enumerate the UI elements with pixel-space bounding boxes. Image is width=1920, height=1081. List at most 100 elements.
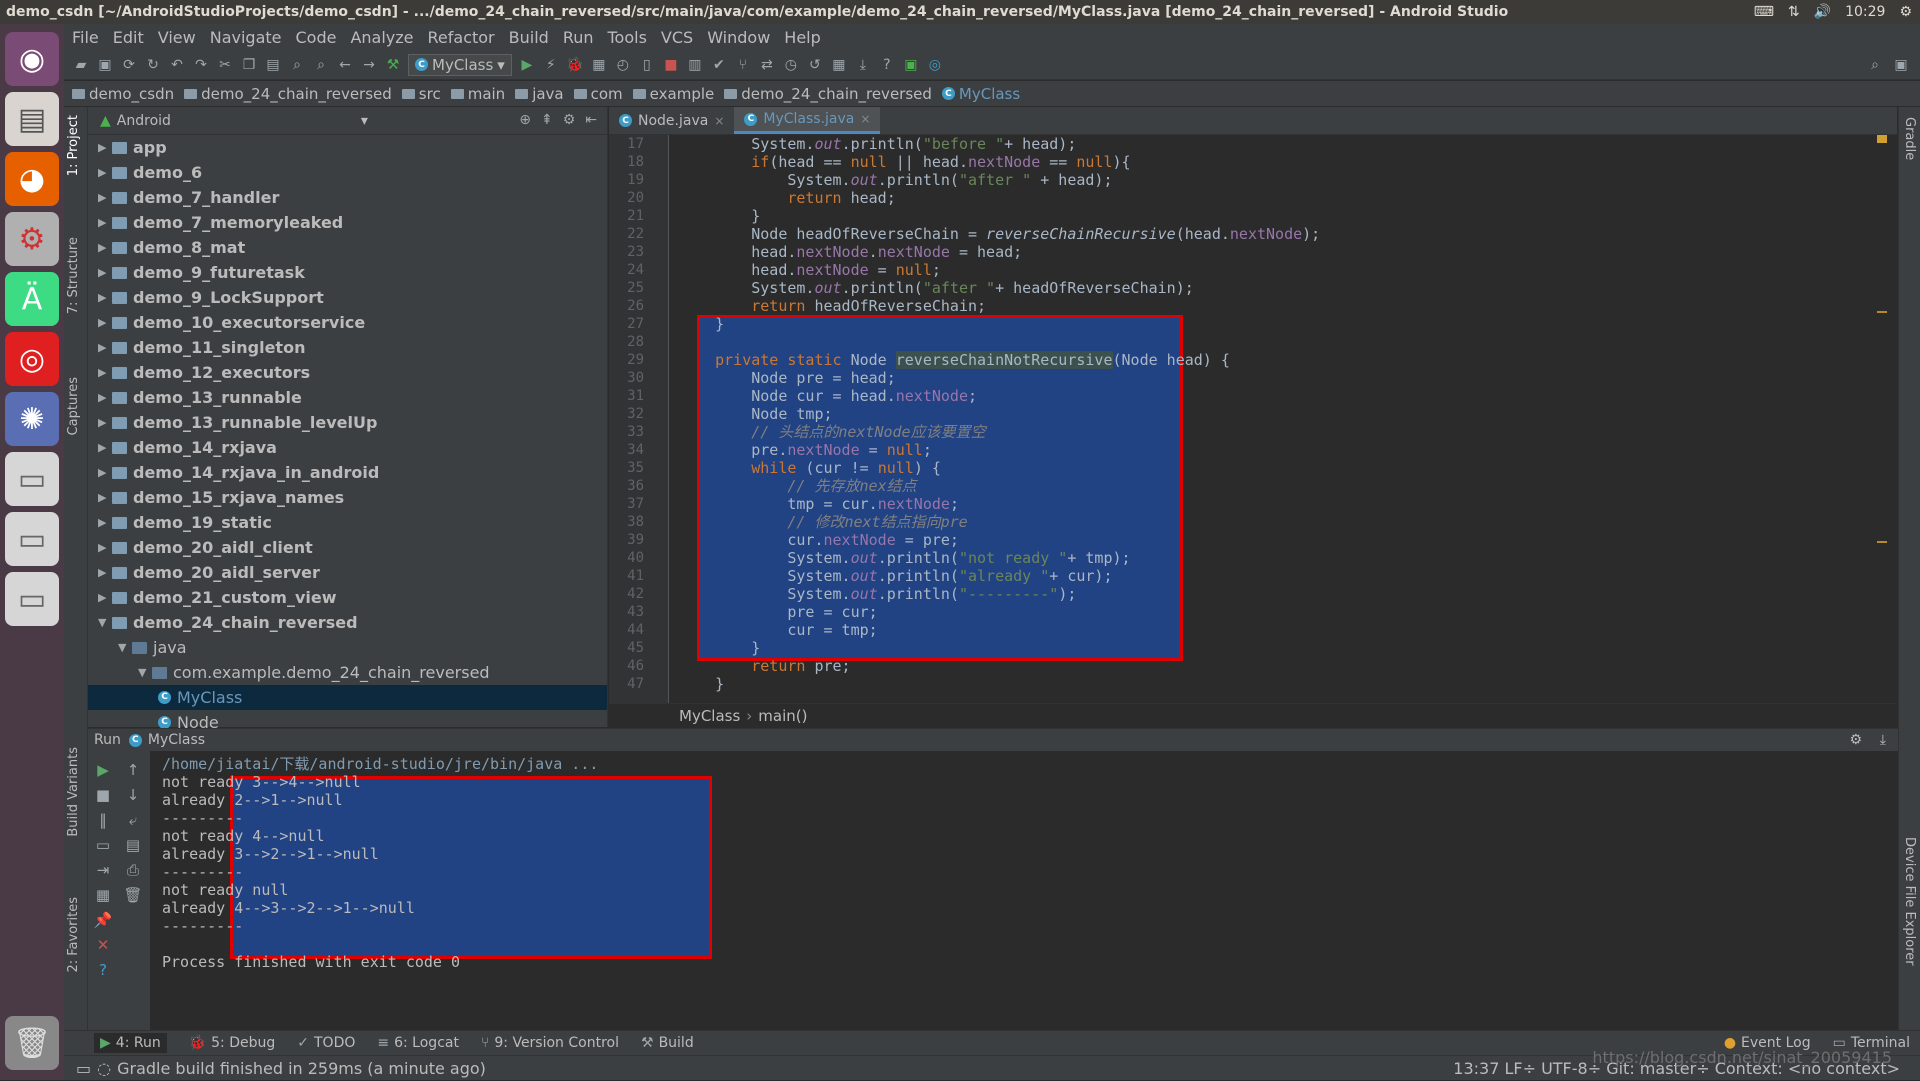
project-view-select[interactable]: Android <box>117 113 171 129</box>
breadcrumb-item[interactable]: com <box>573 85 623 103</box>
tab-bottom-1[interactable]: 🐞 5: Debug <box>189 1035 276 1051</box>
back-icon[interactable]: ← <box>336 56 354 74</box>
cut-icon[interactable]: ✂ <box>216 56 234 74</box>
menu-item-build[interactable]: Build <box>509 28 549 47</box>
chevron-right-icon[interactable]: ▶ <box>98 535 112 560</box>
menu-item-window[interactable]: Window <box>707 28 770 47</box>
refresh-icon[interactable]: ↻ <box>144 56 162 74</box>
tab-gradle[interactable]: Gradle <box>1902 117 1917 160</box>
tab-structure[interactable]: 7: Structure <box>66 237 81 314</box>
profile-icon[interactable]: ◴ <box>614 56 632 74</box>
android-studio-icon[interactable]: Ä <box>5 272 59 326</box>
tab-node-java[interactable]: C Node.java × <box>609 107 734 134</box>
drive-icon[interactable]: ▭ <box>5 512 59 566</box>
tree-item[interactable]: ▶ demo_14_rxjava <box>88 435 607 460</box>
drive-icon[interactable]: ▭ <box>5 452 59 506</box>
settings-gear-icon[interactable]: ⚙ <box>1899 0 1912 24</box>
tree-item[interactable]: ▼ com.example.demo_24_chain_reversed <box>88 660 607 685</box>
hide-panel-icon[interactable]: ⤓ <box>1880 732 1886 748</box>
menu-item-tools[interactable]: Tools <box>608 28 647 47</box>
chevron-right-icon[interactable]: ▶ <box>98 135 112 160</box>
chevron-right-icon[interactable]: ▶ <box>98 235 112 260</box>
menu-item-refactor[interactable]: Refactor <box>428 28 495 47</box>
dump-threads-icon[interactable]: ▭ <box>88 832 118 857</box>
run-icon[interactable]: ▶ <box>518 56 536 74</box>
history-icon[interactable]: ◷ <box>782 56 800 74</box>
close-icon[interactable]: × <box>860 112 870 126</box>
search-everywhere-icon[interactable]: ⌕ <box>1866 56 1884 74</box>
chevron-right-icon[interactable]: ▶ <box>98 160 112 185</box>
chevron-down-icon[interactable]: ▼ <box>118 635 132 660</box>
tree-item[interactable]: ▶ demo_10_executorservice <box>88 310 607 335</box>
file-manager-icon[interactable]: ▤ <box>5 92 59 146</box>
scroll-up-icon[interactable]: ↑ <box>118 757 148 782</box>
tab-build-variants[interactable]: Build Variants <box>66 747 81 837</box>
settings-gear-icon[interactable]: ⚙ <box>1849 732 1862 748</box>
editor-scrollbar[interactable] <box>1877 135 1887 703</box>
keyboard-icon[interactable]: ⌨ <box>1754 0 1774 24</box>
tab-bottom-0[interactable]: ▶ 4: Run <box>94 1033 167 1053</box>
tree-item[interactable]: ▼ demo_24_chain_reversed <box>88 610 607 635</box>
sync-scroll-icon[interactable]: ⊕ <box>519 112 531 128</box>
tab-device-file-explorer[interactable]: Device File Explorer <box>1902 837 1917 966</box>
project-structure-icon[interactable]: ▦ <box>830 56 848 74</box>
menu-item-view[interactable]: View <box>158 28 196 47</box>
find-icon[interactable]: ⌕ <box>288 56 306 74</box>
tree-item[interactable]: ▶ demo_20_aidl_server <box>88 560 607 585</box>
scroll-down-icon[interactable]: ↓ <box>118 782 148 807</box>
menu-item-code[interactable]: Code <box>296 28 337 47</box>
chevron-right-icon[interactable]: ▶ <box>98 385 112 410</box>
tree-item[interactable]: ▶ demo_11_singleton <box>88 335 607 360</box>
revert-icon[interactable]: ↺ <box>806 56 824 74</box>
tree-item[interactable]: ▶ demo_14_rxjava_in_android <box>88 460 607 485</box>
chevron-right-icon[interactable]: ▶ <box>98 410 112 435</box>
chevron-right-icon[interactable]: ▶ <box>98 485 112 510</box>
sdk-manager-icon[interactable]: ▥ <box>686 56 704 74</box>
tab-project[interactable]: 1: Project <box>66 115 81 176</box>
tree-item[interactable]: ▶ demo_13_runnable <box>88 385 607 410</box>
tree-item[interactable]: ▶ demo_7_memoryleaked <box>88 210 607 235</box>
ubuntu-dash-icon[interactable]: ◉ <box>5 32 59 86</box>
chevron-right-icon[interactable]: ▶ <box>98 435 112 460</box>
menu-item-edit[interactable]: Edit <box>113 28 144 47</box>
menu-item-file[interactable]: File <box>72 28 99 47</box>
firefox-icon[interactable]: ◕ <box>5 152 59 206</box>
chevron-right-icon[interactable]: ▶ <box>98 360 112 385</box>
run-config-tab[interactable]: MyClass <box>148 732 205 748</box>
debug-icon[interactable]: 🐞 <box>566 56 584 74</box>
layout-icon[interactable]: ▦ <box>88 882 118 907</box>
network-icon[interactable]: ⇅ <box>1788 0 1800 24</box>
print-icon[interactable]: ⎙ <box>118 857 148 882</box>
shutter-icon[interactable]: ✺ <box>5 392 59 446</box>
system-settings-icon[interactable]: ⚙ <box>5 212 59 266</box>
forward-icon[interactable]: → <box>360 56 378 74</box>
apply-changes-icon[interactable]: ⚡ <box>542 56 560 74</box>
breadcrumb-item[interactable]: demo_24_chain_reversed <box>724 85 932 103</box>
tree-item[interactable]: ▶ demo_9_futuretask <box>88 260 607 285</box>
redo-icon[interactable]: ↷ <box>192 56 210 74</box>
vcs-update-icon[interactable]: ✔ <box>710 56 728 74</box>
menu-item-vcs[interactable]: VCS <box>661 28 693 47</box>
help-icon[interactable]: ? <box>878 56 896 74</box>
chevron-right-icon[interactable]: ▶ <box>98 260 112 285</box>
breadcrumb-class[interactable]: MyClass <box>679 707 740 725</box>
close-icon[interactable]: × <box>714 114 724 128</box>
chevron-right-icon[interactable]: ▶ <box>98 185 112 210</box>
breadcrumb-item[interactable]: main <box>450 85 505 103</box>
breadcrumb-item[interactable]: demo_24_chain_reversed <box>184 85 392 103</box>
tab-captures[interactable]: Captures <box>66 377 81 435</box>
chevron-right-icon[interactable]: ▶ <box>98 460 112 485</box>
volume-icon[interactable]: 🔊 <box>1814 0 1831 24</box>
tree-item[interactable]: ▶ demo_20_aidl_client <box>88 535 607 560</box>
rerun-icon[interactable]: ▶ <box>88 757 118 782</box>
soft-wrap-icon[interactable]: ⤶ <box>118 807 148 832</box>
tab-bottom-5[interactable]: ⚒ Build <box>641 1035 694 1051</box>
settings-gear-icon[interactable]: ⚙ <box>563 112 576 128</box>
clear-all-icon[interactable]: 🗑 <box>118 882 148 907</box>
chevron-right-icon[interactable]: ▶ <box>98 510 112 535</box>
chevron-right-icon[interactable]: ▶ <box>98 310 112 335</box>
build-status-icon[interactable]: ▭ <box>76 1059 91 1078</box>
chevron-right-icon[interactable]: ▶ <box>98 560 112 585</box>
menu-item-navigate[interactable]: Navigate <box>210 28 282 47</box>
tree-item[interactable]: ▶ app <box>88 135 607 160</box>
